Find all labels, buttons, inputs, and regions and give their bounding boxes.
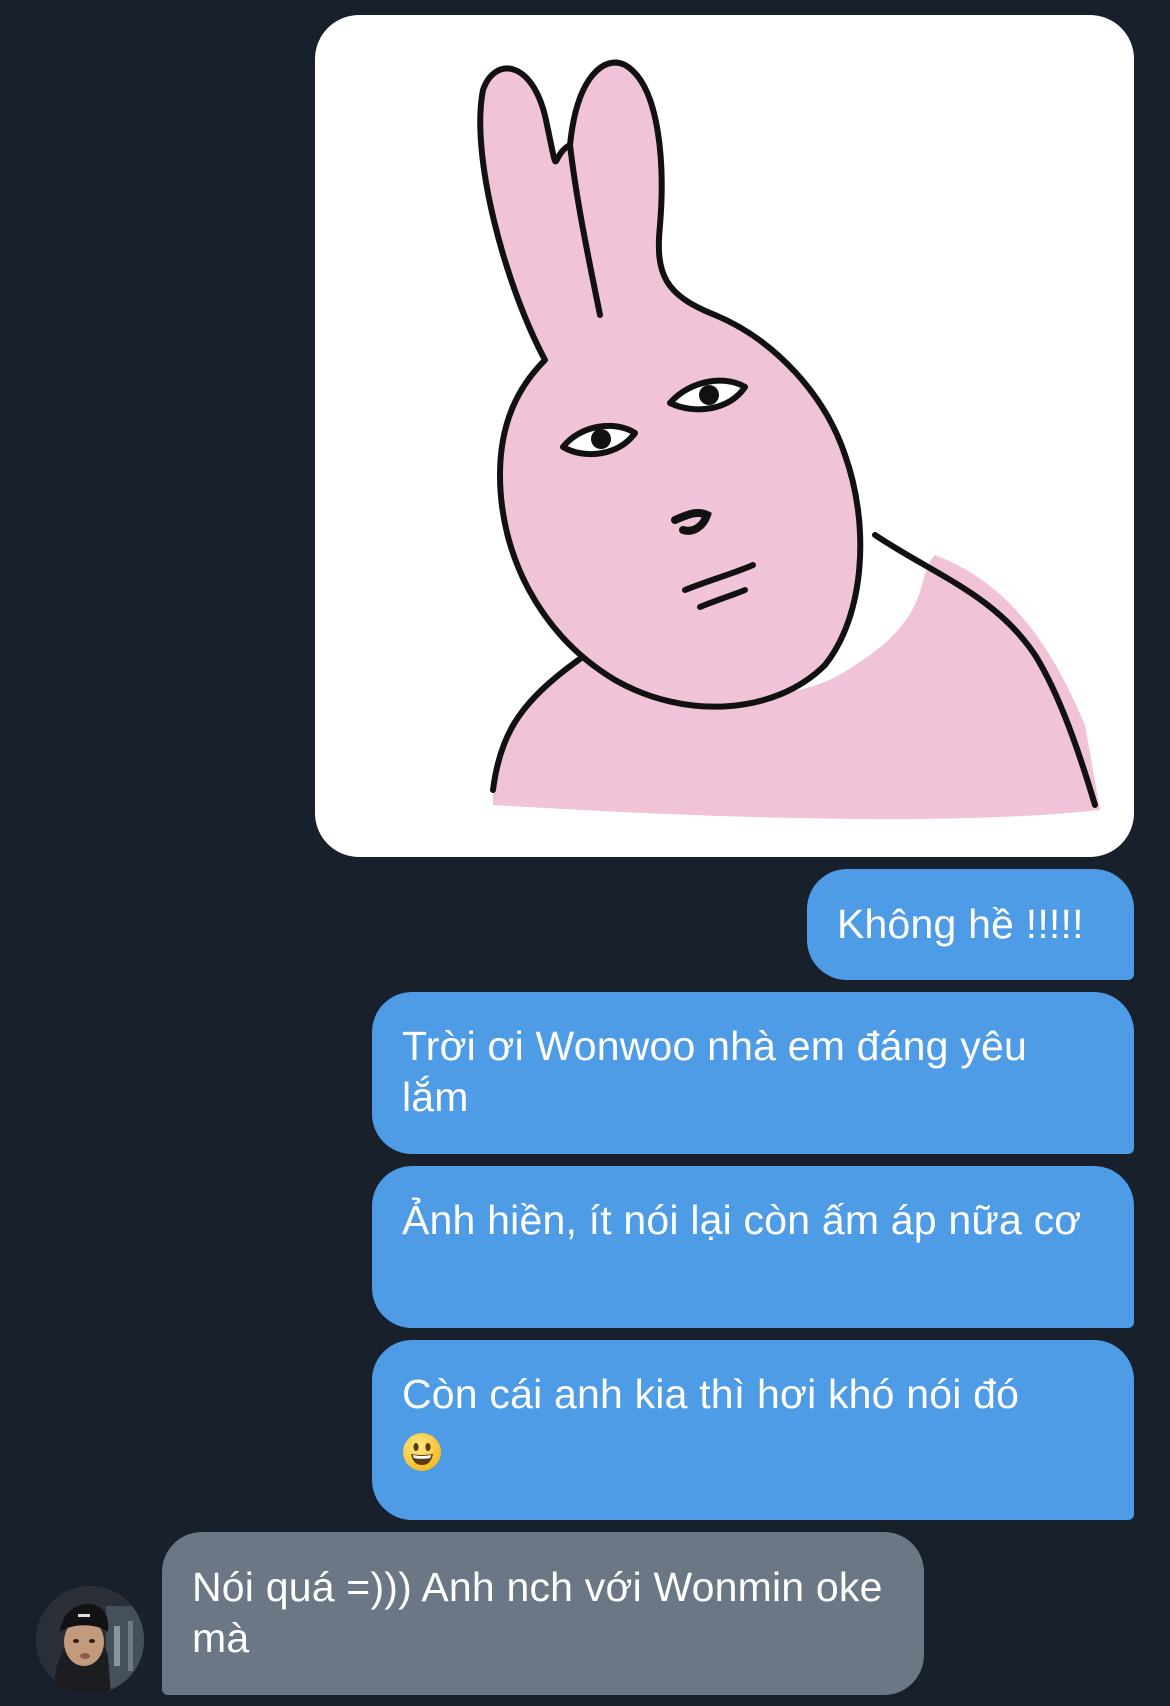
sticker-message[interactable] <box>315 15 1134 857</box>
message-text: Ảnh hiền, ít nói lại còn ấm áp nữa cơ <box>402 1197 1082 1243</box>
pink-bunny-sticker <box>477 59 1100 820</box>
outgoing-message[interactable]: Còn cái anh kia thì hơi khó nói đó <box>372 1340 1134 1520</box>
avatar-photo <box>36 1586 144 1694</box>
chat-screen: Không hề !!!!! Trời ơi Wonwoo nhà em đán… <box>0 0 1170 1706</box>
outgoing-message[interactable]: Không hề !!!!! <box>807 869 1134 980</box>
incoming-message[interactable]: Nói quá =))) Anh nch với Wonmin oke mà <box>162 1532 924 1695</box>
message-text: Nói quá =))) Anh nch với Wonmin oke mà <box>192 1564 883 1661</box>
grinning-face-icon <box>403 1433 441 1471</box>
message-text: Còn cái anh kia thì hơi khó nói đó <box>402 1371 1020 1417</box>
message-text: Không hề !!!!! <box>837 901 1084 947</box>
contact-avatar[interactable] <box>36 1586 144 1694</box>
message-text: Trời ơi Wonwoo nhà em đáng yêu lắm <box>402 1023 1027 1120</box>
outgoing-message[interactable]: Trời ơi Wonwoo nhà em đáng yêu lắm <box>372 992 1134 1154</box>
outgoing-message[interactable]: Ảnh hiền, ít nói lại còn ấm áp nữa cơ <box>372 1166 1134 1328</box>
